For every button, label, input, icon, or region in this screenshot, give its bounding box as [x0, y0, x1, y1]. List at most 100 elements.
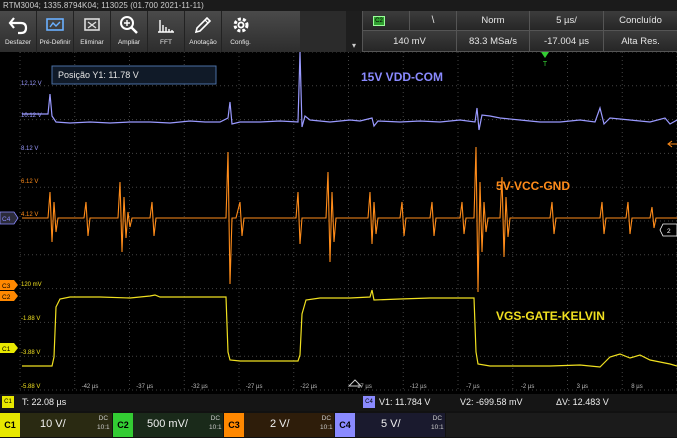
timebase-cell[interactable]: 5 µs/: [529, 11, 603, 31]
left-scale-labels: 12.12 V 10.12 V 8.12 V: [21, 81, 42, 152]
trace-5v-vcc: [22, 146, 677, 293]
resolution-cell[interactable]: Alta Res.: [603, 31, 677, 52]
undo-icon: [8, 17, 28, 35]
zoom-button[interactable]: Ampliar: [111, 11, 148, 52]
channel-c1-scale: 10 V/: [40, 418, 66, 430]
channel-c4-box[interactable]: C4 5 V/ DC 10:1: [335, 413, 445, 437]
cursor-position-text: Posição Y1: 11.78 V: [58, 70, 139, 80]
acquisition-panel: ▾ C2 \ Norm 5 µs/ Concluído 140 mV 83.3 …: [300, 11, 677, 52]
channel-c1-tag: C1: [0, 413, 20, 437]
delete-icon: [84, 18, 100, 31]
x-tick-label: 8 µs: [631, 384, 642, 390]
channel-bar: C1 10 V/ DC 10:1 C2 500 mV/ DC 10:1 C3 2 V…: [0, 411, 677, 438]
c1-ratio: 10:1: [97, 424, 110, 431]
c3-dc: DC: [321, 415, 332, 422]
c2-marker-label: C2: [2, 294, 11, 301]
x-tick-label: -2 µs: [521, 384, 534, 390]
c1-level-arrow: [667, 140, 677, 148]
channel-c4-coupling: DC 10:1: [431, 414, 444, 432]
x-tick-label: 3 µs: [577, 384, 588, 390]
position-cell[interactable]: -17.004 µs: [529, 31, 603, 52]
measurement-status-bar: C1 T: 22.08 µs C4 V1: 11.784 V V2: -699.…: [0, 394, 677, 411]
trigger-level-cell[interactable]: 140 mV: [362, 31, 456, 52]
trigger-mode-cell[interactable]: Norm: [456, 11, 529, 31]
channel-c1-box[interactable]: C1 10 V/ DC 10:1: [0, 413, 112, 437]
instrument-title: RTM3004; 1335.8794K04; 113025 (01.700 20…: [0, 0, 677, 11]
c1-marker-label: C1: [2, 346, 11, 353]
x-tick-label: -7 µs: [466, 384, 479, 390]
c2-scale-top: 6.12 V: [21, 179, 38, 185]
channel-c4-tag: C4: [335, 413, 355, 437]
channel-bar-empty: [446, 413, 677, 437]
trigger-marker-label: T: [543, 61, 548, 68]
gear-icon: [233, 17, 248, 33]
trace-15v-vdd: [22, 52, 677, 131]
c1-scale-top: 12.12 V: [21, 81, 42, 87]
t-channel-badge: C1: [2, 396, 14, 408]
side-menu-toggle[interactable]: ▾: [346, 11, 362, 52]
undo-button[interactable]: Desfazer: [0, 11, 37, 52]
fft-label: FFT: [160, 39, 172, 46]
zoom-icon: [120, 16, 138, 34]
waveform-display[interactable]: T 12.12 V 10.12 V 8.12 V 6.12 V 4.12 V 1…: [0, 52, 677, 394]
annotation-label: Anotação: [189, 39, 217, 46]
trigger-source-cell[interactable]: C2: [362, 11, 409, 31]
preset-icon: [46, 18, 64, 31]
x-tick-label: -37 µs: [136, 384, 153, 390]
config-button[interactable]: Config.: [222, 11, 259, 52]
trigger-source-badge: C2: [373, 15, 385, 26]
trace-vgs-gate: [22, 289, 677, 368]
c2-ratio: 10:1: [209, 424, 222, 431]
c3-scale-top: 120 mV: [21, 282, 42, 288]
annotation-5v-vcc-gnd[interactable]: 5V-VCC-GND: [496, 179, 570, 193]
x-tick-label: -27 µs: [246, 384, 263, 390]
delta-v-readout: ΔV: 12.483 V: [556, 397, 609, 407]
t-value: T: 22.08 µs: [22, 397, 67, 407]
channel-c3-coupling: DC 10:1: [320, 414, 333, 432]
run-state-cell[interactable]: Concluído: [603, 11, 677, 31]
pencil-icon: [194, 16, 212, 34]
c1-scale-low: 8.12 V: [21, 146, 38, 152]
zoom-label: Ampliar: [117, 39, 141, 46]
c1-scale-mid: 10.12 V: [21, 113, 42, 119]
channel-c2-tag: C2: [113, 413, 133, 437]
c3-scale-mid: -1.88 V: [21, 316, 40, 322]
sample-rate-cell[interactable]: 83.3 MSa/s: [456, 31, 529, 52]
trigger-slope-icon: \: [431, 15, 435, 26]
channel-c2-box[interactable]: C2 500 mV/ DC 10:1: [113, 413, 223, 437]
delete-button[interactable]: Eliminar: [74, 11, 111, 52]
trigger-slope-cell[interactable]: \: [409, 11, 456, 31]
channel-c1-coupling: DC 10:1: [97, 414, 110, 432]
preset-label: Pré-Definir: [39, 39, 71, 46]
fft-button[interactable]: FFT: [148, 11, 185, 52]
annotation-15v-vdd-com[interactable]: 15V VDD-COM: [361, 70, 443, 84]
x-tick-label: -42 µs: [82, 384, 99, 390]
delete-label: Eliminar: [80, 39, 104, 46]
c3-ratio: 10:1: [320, 424, 333, 431]
cursor-channel-badge: C4: [363, 396, 375, 408]
x-axis-labels: -42 µs -37 µs -32 µs -27 µs -22 µs -17 µs -12 …: [82, 384, 643, 390]
c2-scale-mid: 4.12 V: [21, 212, 38, 218]
c4-dc: DC: [432, 415, 443, 422]
channel-c3-tag: C3: [224, 413, 244, 437]
annotation-button[interactable]: Anotação: [185, 11, 222, 52]
channel-c3-box[interactable]: C3 2 V/ DC 10:1: [224, 413, 334, 437]
c1-dc: DC: [98, 415, 109, 422]
v2-readout: V2: -699.58 mV: [460, 397, 523, 407]
c4-marker-label: C4: [2, 216, 11, 223]
c3-marker-label: C3: [2, 283, 11, 290]
x-tick-label: -12 µs: [410, 384, 427, 390]
c3-scale-low: -3.88 V: [21, 350, 40, 356]
annotation-vgs-gate-kelvin[interactable]: VGS-GATE-KELVIN: [496, 309, 605, 323]
trigger-position-marker: [541, 52, 549, 58]
fft-icon: [158, 20, 174, 33]
toolbar: Desfazer Pré-Definir Eliminar Ampliar FF…: [0, 11, 300, 52]
graticule: [19, 52, 677, 391]
config-label: Config.: [230, 39, 251, 46]
waveform-svg: T 12.12 V 10.12 V 8.12 V 6.12 V 4.12 V 1…: [0, 52, 677, 391]
channel-c2-coupling: DC 10:1: [209, 414, 222, 432]
x-tick-label: -22 µs: [300, 384, 317, 390]
preset-button[interactable]: Pré-Definir: [37, 11, 74, 52]
channel-c3-scale: 2 V/: [270, 418, 290, 430]
x-tick-label: -32 µs: [191, 384, 208, 390]
